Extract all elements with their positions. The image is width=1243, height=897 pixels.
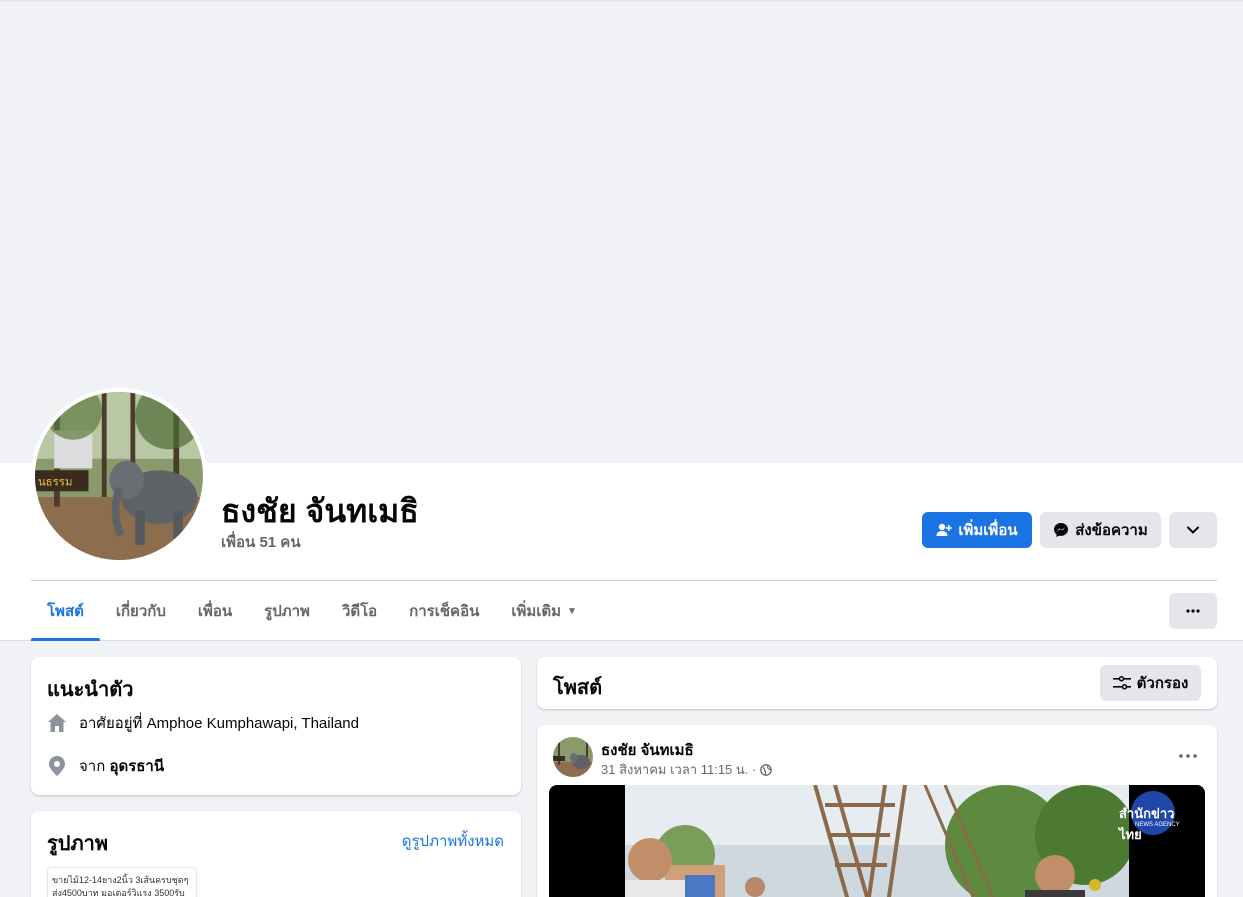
tab-label: โพสต์ (47, 603, 84, 620)
chevron-down-icon (1187, 526, 1199, 534)
photos-card: รูปภาพ ดูรูปภาพทั้งหมด ขายไม้12-14ยาง2นิ… (31, 811, 521, 897)
intro-title: แนะนำตัว (47, 679, 134, 701)
intro-card: แนะนำตัว อาศัยอยู่ที่ Amphoe Kumphawapi,… (31, 657, 521, 795)
post-author-avatar[interactable] (553, 737, 593, 777)
intro-from-prefix: จาก (79, 758, 106, 775)
intro-lives-text: อาศัยอยู่ที่ Amphoe Kumphawapi, Thailand (79, 711, 359, 735)
tab-posts[interactable]: โพสต์ (31, 581, 100, 641)
post-timestamp[interactable]: 31 สิงหาคม เวลา 11:15 น. · (601, 759, 756, 780)
friends-count[interactable]: เพื่อน 51 คน (221, 530, 301, 554)
intro-lives-value[interactable]: Amphoe Kumphawapi, Thailand (147, 715, 359, 732)
caret-down-icon: ▼ (567, 605, 577, 617)
tab-label: เพิ่มเติม (511, 603, 562, 620)
profile-avatar[interactable]: นธรรม (31, 388, 207, 564)
message-label: ส่งข้อความ (1075, 522, 1148, 539)
photo-thumbnail-text: ส่ง4500บาท มอเตอร์วิแรง 3500รับเอง (52, 888, 185, 897)
message-button[interactable]: ส่งข้อความ (1040, 512, 1161, 548)
more-dots-icon (1179, 754, 1197, 758)
tab-about[interactable]: เกี่ยวกับ (100, 581, 182, 641)
add-friend-button[interactable]: เพิ่มเพื่อน (922, 512, 1032, 548)
tabs-more-options-button[interactable] (1169, 593, 1217, 629)
intro-from-text: จาก อุดรธานี (79, 754, 164, 778)
tab-checkins[interactable]: การเช็คอิน (393, 581, 495, 641)
post-meta: 31 สิงหาคม เวลา 11:15 น. · (601, 759, 773, 780)
news-agency-logo-sub: NEWS AGENCY (1135, 822, 1180, 828)
photo-thumbnail-text: ขายไม้12-14ยาง2นิ้ว 3เส้นครบชุดๆ (52, 875, 189, 885)
home-icon (47, 713, 67, 733)
add-friend-icon (936, 523, 953, 536)
tab-videos[interactable]: วิดีโอ (326, 581, 393, 641)
tab-photos[interactable]: รูปภาพ (248, 581, 326, 641)
location-pin-icon (47, 756, 67, 776)
news-agency-logo: สำนักข่าวไทย NEWS AGENCY (1105, 789, 1191, 842)
add-friend-label: เพิ่มเพื่อน (958, 522, 1018, 539)
intro-lives-row: อาศัยอยู่ที่ Amphoe Kumphawapi, Thailand (47, 711, 359, 735)
messenger-icon (1054, 523, 1069, 537)
avatar-image: นธรรม (35, 392, 203, 560)
intro-from-value[interactable]: อุดรธานี (109, 758, 164, 775)
tab-label: วิดีโอ (341, 603, 378, 620)
avatar-sign-text: นธรรม (38, 475, 73, 489)
post-avatar-image (553, 737, 593, 777)
post-options-button[interactable] (1179, 745, 1197, 763)
tab-friends[interactable]: เพื่อน (182, 581, 248, 641)
globe-icon[interactable] (760, 763, 773, 776)
tab-label: เกี่ยวกับ (115, 603, 166, 620)
tab-label: เพื่อน (197, 603, 233, 620)
cover-photo[interactable] (0, 0, 1243, 463)
post-video-frame (625, 785, 1129, 897)
profile-options-button[interactable] (1169, 512, 1217, 548)
filter-label: ตัวกรอง (1136, 675, 1189, 692)
tab-label: การเช็คอิน (409, 603, 480, 620)
posts-header-card: โพสต์ ตัวกรอง (537, 657, 1217, 709)
filter-button[interactable]: ตัวกรอง (1100, 665, 1201, 701)
post-video[interactable]: สำนักข่าวไทย NEWS AGENCY (549, 785, 1205, 897)
intro-lives-prefix: อาศัยอยู่ที่ (79, 715, 143, 732)
post-card: ธงชัย จันทเมธิ 31 สิงหาคม เวลา 11:15 น. … (537, 725, 1217, 897)
tab-more[interactable]: เพิ่มเติม ▼ (495, 581, 593, 641)
post-video-image (625, 785, 1129, 897)
more-dots-icon (1186, 609, 1200, 613)
intro-from-row: จาก อุดรธานี (47, 754, 164, 778)
profile-tabs: โพสต์ เกี่ยวกับ เพื่อน รูปภาพ วิดีโอ การ… (31, 581, 593, 641)
filter-sliders-icon (1112, 676, 1131, 690)
see-all-photos-link[interactable]: ดูรูปภาพทั้งหมด (402, 829, 504, 853)
tab-label: รูปภาพ (264, 603, 310, 620)
photo-thumbnail[interactable]: ขายไม้12-14ยาง2นิ้ว 3เส้นครบชุดๆ ส่ง4500… (47, 867, 197, 897)
posts-title: โพสต์ (553, 677, 603, 699)
photos-title: รูปภาพ (47, 833, 109, 855)
